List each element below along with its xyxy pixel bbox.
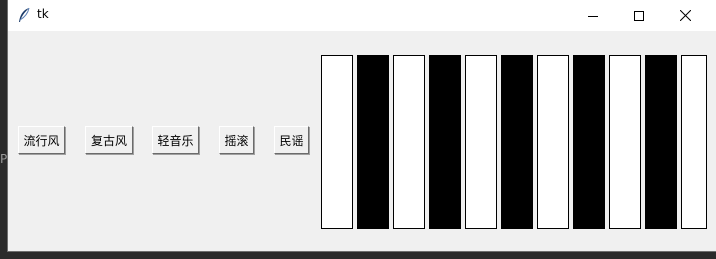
pop-style-button[interactable]: 流行风 [18,126,65,154]
maximize-icon [634,10,644,21]
folk-style-button[interactable]: 民谣 [274,126,309,154]
close-button[interactable] [662,0,708,31]
rock-style-button[interactable]: 摇滚 [219,126,254,154]
retro-style-button[interactable]: 复古风 [85,126,133,154]
background-text-fragment: P [0,152,8,166]
piano-key-6[interactable] [501,55,533,229]
piano-key-8[interactable] [573,55,605,229]
piano-key-1[interactable] [321,55,353,229]
piano-key-7[interactable] [537,55,569,229]
piano-key-5[interactable] [465,55,497,229]
title-bar[interactable]: tk [8,0,716,31]
minimize-button[interactable] [570,0,616,31]
piano-key-3[interactable] [393,55,425,229]
light-music-button[interactable]: 轻音乐 [152,126,199,154]
feather-icon [17,7,31,23]
window-title: tk [37,7,49,21]
maximize-button[interactable] [616,0,662,31]
minimize-icon [588,15,598,17]
piano-key-11[interactable] [681,55,707,229]
piano-key-2[interactable] [357,55,389,229]
piano-key-9[interactable] [609,55,641,229]
close-icon [679,10,691,21]
piano-key-4[interactable] [429,55,461,229]
piano-key-10[interactable] [645,55,677,229]
tk-window: tk 流行风 复古风 轻音乐 摇滚 民谣 [8,0,716,251]
